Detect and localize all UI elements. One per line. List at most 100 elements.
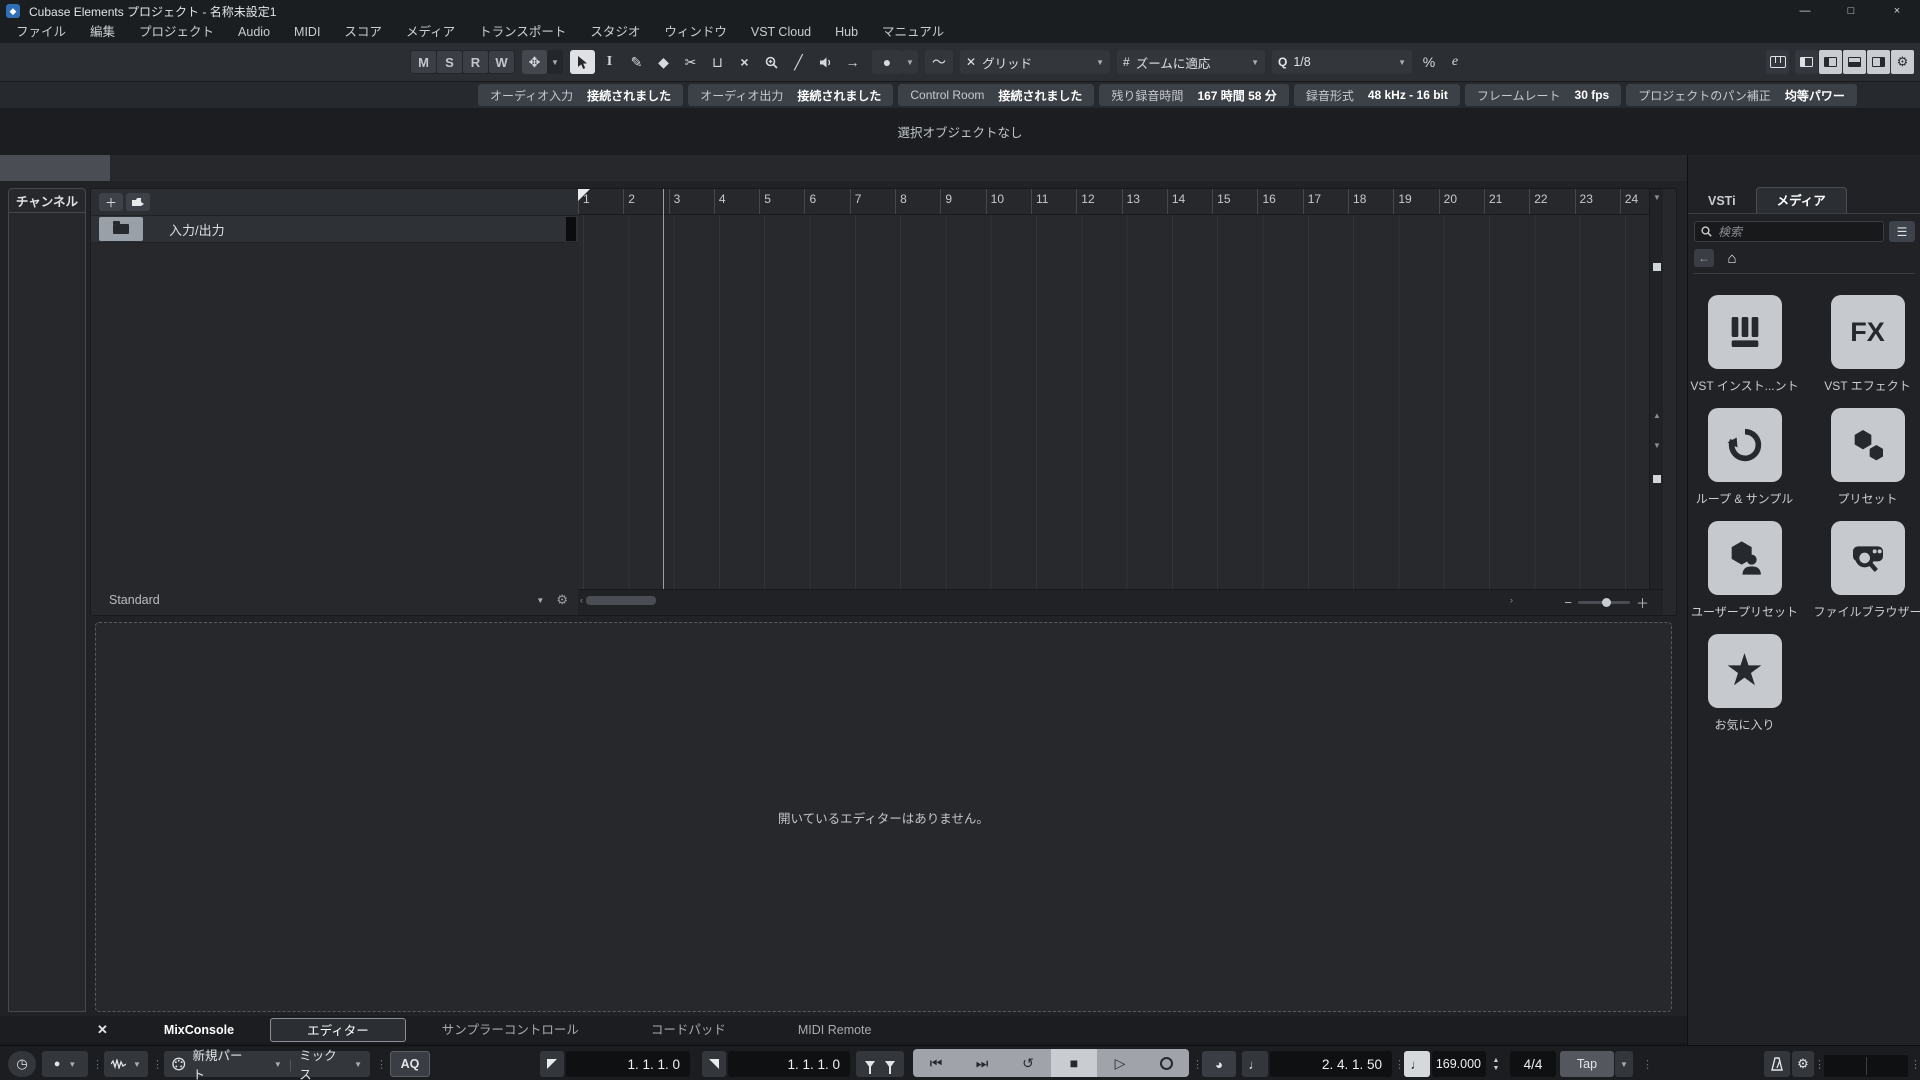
menu-item[interactable]: メディア — [394, 22, 467, 43]
tempo-stepper[interactable]: ▲▼ — [1488, 1057, 1504, 1072]
menu-item[interactable]: 編集 — [78, 22, 127, 43]
midi-record-mode[interactable]: 新規パート ▼ | ミックス ▼ — [164, 1051, 370, 1077]
punch-in-icon[interactable] — [865, 1061, 875, 1068]
tempo-display[interactable]: 169.000 — [1432, 1051, 1486, 1077]
color-tool[interactable]: → — [840, 50, 865, 74]
tile-presets[interactable]: プリセット — [1823, 408, 1912, 507]
range-select-tool[interactable]: I — [597, 50, 622, 74]
lower-zone-tab[interactable]: サンプラーコントロール — [406, 1018, 615, 1042]
vertical-zoom-handle[interactable] — [1653, 475, 1661, 483]
draw-tool[interactable]: ✎ — [624, 50, 649, 74]
info-item[interactable]: フレームレート 30 fps — [1465, 84, 1621, 106]
track-preset-select[interactable]: Standard — [109, 593, 160, 607]
lower-zone-tab[interactable]: エディター — [270, 1018, 406, 1042]
mute-tool[interactable]: × — [732, 50, 757, 74]
punch-out-icon[interactable] — [885, 1061, 895, 1068]
tempo-track-button[interactable]: ♩ — [1404, 1051, 1430, 1077]
separator-dots[interactable]: ⋮ — [1394, 1051, 1402, 1077]
line-tool[interactable]: ╱ — [786, 50, 811, 74]
horizontal-scrollbar[interactable]: ‹ › − ＋ — [578, 589, 1663, 615]
info-item[interactable]: オーディオ入力 接続されました — [478, 84, 683, 106]
automation-button[interactable]: W — [489, 51, 514, 73]
menu-item[interactable]: ファイル — [4, 22, 78, 43]
menu-item[interactable]: プロジェクト — [127, 22, 226, 43]
menu-item[interactable]: マニュアル — [870, 22, 956, 43]
play-scrub-tool[interactable] — [813, 50, 838, 74]
goto-end-button[interactable]: ⏭ — [959, 1049, 1005, 1077]
track-visibility-button[interactable] — [126, 193, 150, 211]
lower-zone-tab[interactable]: MIDI Remote — [762, 1018, 908, 1042]
tile-vst-instruments[interactable]: VST インスト...ント — [1700, 295, 1789, 394]
swing-button[interactable]: % — [1419, 50, 1439, 74]
comp-tool[interactable]: ● — [872, 50, 902, 74]
zoom-out-button[interactable]: − — [1564, 595, 1572, 610]
automation-button[interactable]: S — [437, 51, 462, 73]
erase-tool[interactable]: ◆ — [651, 50, 676, 74]
tile-favorites[interactable]: ★ お気に入り — [1700, 634, 1789, 733]
scroll-up-arrow[interactable]: ▲ — [1652, 411, 1662, 420]
constrain-delay-button[interactable]: ◷ — [8, 1051, 36, 1077]
zoom-slider[interactable] — [1578, 601, 1630, 604]
metronome-setup-button[interactable]: ⚙ — [1792, 1051, 1814, 1077]
quantize-panel-button[interactable]: e — [1446, 50, 1464, 74]
automation-button[interactable]: R — [463, 51, 488, 73]
minimize-button[interactable]: — — [1782, 0, 1828, 22]
play-button[interactable]: ▷ — [1097, 1049, 1143, 1077]
split-tool[interactable]: ✂ — [678, 50, 703, 74]
tap-tempo-button[interactable]: Tap — [1560, 1051, 1614, 1077]
tap-dropdown[interactable]: ▼ — [1615, 1051, 1633, 1077]
separator-dots[interactable]: ⋮ — [1910, 1051, 1918, 1077]
menu-item[interactable]: ウィンドウ — [652, 22, 739, 43]
info-item[interactable]: プロジェクトのパン補正 均等パワー — [1626, 84, 1857, 106]
tab-vsti[interactable]: VSTi — [1688, 189, 1756, 213]
project-start-flag[interactable] — [578, 189, 590, 201]
audio-record-mode[interactable]: ● ▼ — [42, 1051, 88, 1077]
right-locator-display[interactable]: 1. 1. 1. 0 — [728, 1051, 850, 1077]
results-view-button[interactable]: ☰ — [1889, 221, 1915, 242]
timeline-ruler[interactable]: 123456789101112131415161718192021222324 — [578, 189, 1663, 215]
comp-tool-dropdown[interactable]: ▼ — [902, 50, 918, 74]
project-cursor[interactable] — [663, 189, 664, 589]
time-format-button[interactable]: ♩ — [1242, 1051, 1268, 1077]
separator-dots[interactable]: ⋮ — [1814, 1051, 1822, 1077]
window-layout-setup-button[interactable]: ⚙ — [1891, 50, 1914, 74]
ruler-options-arrow[interactable]: ▼ — [1652, 193, 1662, 202]
zoom-tool[interactable] — [759, 50, 784, 74]
menu-item[interactable]: MIDI — [282, 22, 332, 43]
auto-quantize-button[interactable]: AQ — [390, 1051, 430, 1077]
info-item[interactable]: 録音形式 48 kHz - 16 bit — [1294, 84, 1460, 106]
left-zone-toggle-active[interactable] — [1819, 50, 1842, 74]
scroll-down-arrow[interactable]: ▼ — [1652, 441, 1662, 450]
project-window-tab[interactable] — [0, 155, 110, 181]
zoom-slider-knob[interactable] — [1602, 598, 1611, 607]
audio-mode-select[interactable]: ▼ — [104, 1051, 148, 1077]
lower-zone-toggle[interactable] — [1843, 50, 1866, 74]
channel-tab[interactable]: チャンネル — [9, 189, 85, 213]
menu-item[interactable]: Hub — [823, 22, 870, 43]
track-row-input-output[interactable]: 入力/出力 — [91, 215, 578, 243]
separator-dots[interactable]: ⋮ — [376, 1051, 384, 1077]
horizontal-scroll-thumb[interactable] — [586, 596, 656, 605]
close-button[interactable]: × — [1874, 0, 1920, 22]
separator-dots[interactable]: ⋮ — [152, 1051, 160, 1077]
arrange-area[interactable]: 123456789101112131415161718192021222324 … — [578, 189, 1663, 615]
separator-dots[interactable]: ⋮ — [92, 1051, 100, 1077]
autoscroll-dropdown[interactable]: ▼ — [547, 50, 563, 74]
menu-item[interactable]: Audio — [226, 22, 282, 43]
menu-item[interactable]: スコア — [332, 22, 394, 43]
search-input[interactable] — [1718, 225, 1848, 239]
grid-type-combo[interactable]: # ズームに適応 ▼ — [1117, 50, 1265, 74]
quantize-combo[interactable]: Q 1/8 ▼ — [1272, 50, 1412, 74]
cycle-button[interactable]: ↺ — [1005, 1049, 1051, 1077]
automation-curve-icon[interactable]: ～ — [925, 50, 953, 74]
info-item[interactable]: 残り録音時間 167 時間 58 分 — [1099, 84, 1288, 106]
lower-zone-tab[interactable]: MixConsole — [128, 1018, 270, 1042]
vertical-zoom-handle[interactable] — [1653, 263, 1661, 271]
search-box[interactable] — [1694, 221, 1884, 242]
scroll-right-arrow[interactable]: › — [1510, 595, 1513, 605]
maximize-button[interactable]: □ — [1828, 0, 1874, 22]
tile-file-browser[interactable]: ファイルブラウザー — [1823, 521, 1912, 620]
folder-track-icon[interactable] — [99, 217, 143, 241]
separator-dots[interactable]: ⋮ — [1192, 1051, 1200, 1077]
menu-item[interactable]: VST Cloud — [739, 22, 823, 43]
